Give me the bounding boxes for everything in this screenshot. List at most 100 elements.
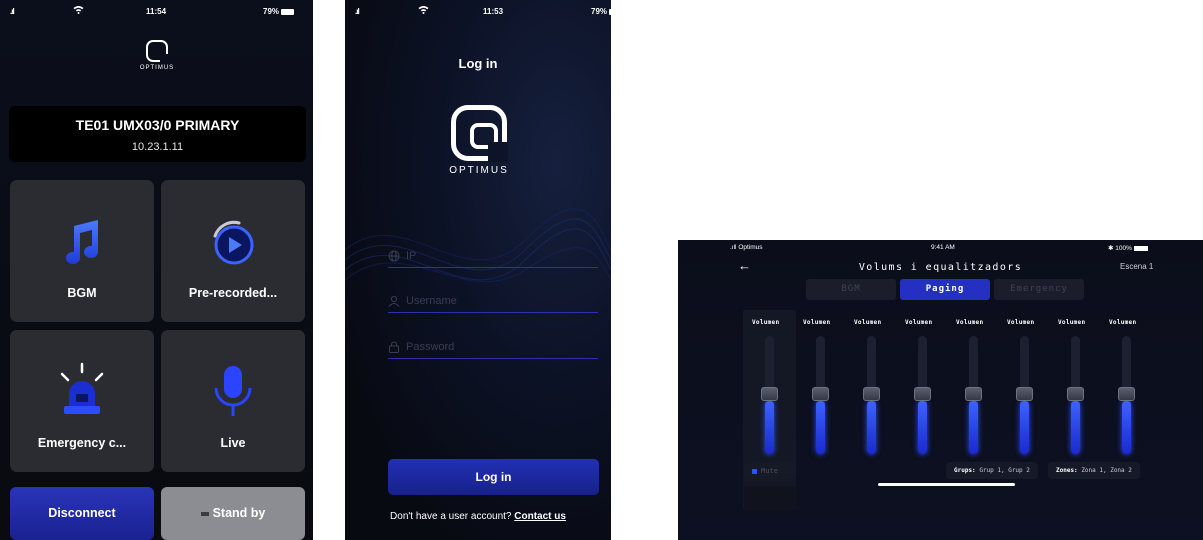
- password-field[interactable]: Password: [388, 335, 598, 359]
- battery-icon: [1133, 245, 1148, 251]
- channel-footer: [744, 486, 796, 510]
- ip-placeholder: IP: [406, 249, 417, 262]
- volume-label: Volumen: [1007, 319, 1035, 326]
- tile-label: BGM: [67, 286, 97, 300]
- volume-label: Volumen: [905, 319, 933, 326]
- volume-fill: [917, 401, 927, 454]
- tab-bgm[interactable]: BGM: [806, 279, 896, 300]
- wifi-icon: [418, 6, 429, 14]
- volume-label: Volumen: [1109, 319, 1137, 326]
- standby-button[interactable]: Stand by: [161, 487, 305, 540]
- volume-fill: [1070, 401, 1080, 454]
- logo-word: OPTIMUS: [449, 165, 509, 176]
- logo-mark: [146, 40, 168, 62]
- logo-word: OPTIMUS: [139, 65, 175, 71]
- zones-pill[interactable]: Zones: Zona 1, Zona 2: [1048, 462, 1140, 479]
- standby-indicator: [200, 511, 209, 516]
- volume-knob[interactable]: [1117, 387, 1135, 401]
- user-icon: [388, 295, 400, 307]
- scene-label[interactable]: Escena 1: [1120, 262, 1153, 271]
- volume-screen: .ıll Optimus 9:41 AM ✱ 100% ← Volums i e…: [678, 240, 1203, 540]
- wifi-icon: [73, 6, 84, 14]
- groups-value: Grup 1, Grup 2: [979, 467, 1030, 474]
- status-bar: .ıll Optimus 9:41 AM ✱ 100%: [678, 240, 1203, 254]
- signup-text: Don't have a user account?: [390, 511, 512, 522]
- siren-icon: [60, 362, 104, 414]
- tab-emergency[interactable]: Emergency: [994, 279, 1084, 300]
- volume-knob[interactable]: [1066, 387, 1084, 401]
- home-indicator: [878, 483, 1015, 486]
- mute-button[interactable]: Mute: [744, 463, 796, 479]
- volume-knob[interactable]: [760, 387, 778, 401]
- music-note-icon: [66, 220, 98, 264]
- volume-label: Volumen: [803, 319, 831, 326]
- volume-label: Volumen: [956, 319, 984, 326]
- volume-knob[interactable]: [862, 387, 880, 401]
- zones-value: Zona 1, Zona 2: [1081, 467, 1132, 474]
- tab-paging[interactable]: Paging: [900, 279, 990, 300]
- tile-label: Emergency c...: [37, 436, 127, 450]
- password-placeholder: Password: [406, 340, 455, 353]
- device-name: TE01 UMX03/0 PRIMARY: [75, 117, 240, 133]
- volume-label: Volumen: [1058, 319, 1086, 326]
- optimus-logo: OPTIMUS: [441, 105, 517, 176]
- status-bar: .ıl 11:54 79%: [0, 0, 313, 24]
- signal-icon: .ıl: [355, 7, 360, 16]
- carrier-label: .ıll Optimus: [730, 244, 763, 251]
- lock-icon: [389, 341, 399, 353]
- volume-label: Volumen: [752, 319, 780, 326]
- volume-knob[interactable]: [1015, 387, 1033, 401]
- volume-knob[interactable]: [913, 387, 931, 401]
- tile-bgm[interactable]: BGM: [10, 180, 154, 322]
- volume-fill: [1121, 401, 1131, 454]
- stage: .ıl 11:54 79% OPTIMUS TE01 UMX03/0 PRIMA…: [0, 0, 1203, 540]
- groups-key: Grups:: [954, 467, 976, 474]
- battery-indicator: 79%: [263, 7, 295, 16]
- volume-knob[interactable]: [964, 387, 982, 401]
- tile-live[interactable]: Live: [161, 330, 305, 472]
- status-time: 9:41 AM: [931, 244, 955, 251]
- tile-label: Pre-recorded...: [188, 286, 278, 300]
- mute-label: Mute: [761, 467, 778, 475]
- volume-fill: [968, 401, 978, 454]
- standby-label: Stand by: [212, 506, 266, 520]
- play-circle-icon: [213, 220, 254, 265]
- device-ip: 10.23.1.11: [131, 141, 184, 153]
- signup-prompt: Don't have a user account? Contact us: [345, 511, 611, 522]
- zones-key: Zones:: [1056, 467, 1078, 474]
- volume-fill: [815, 401, 825, 454]
- optimus-logo: OPTIMUS: [139, 40, 175, 71]
- contact-us-link[interactable]: Contact us: [514, 511, 566, 522]
- login-button[interactable]: Log in: [388, 459, 599, 495]
- login-screen: .ıl 11:53 79% Log in OPTIMUS IP Username…: [345, 0, 611, 540]
- battery-percent: 100%: [1115, 245, 1132, 252]
- groups-pill[interactable]: Grups: Grup 1, Grup 2: [946, 462, 1038, 479]
- battery-percent: 79%: [263, 7, 280, 16]
- status-time: 11:53: [483, 7, 504, 16]
- microphone-icon: [214, 366, 252, 416]
- tile-prerecorded[interactable]: Pre-recorded...: [161, 180, 305, 322]
- battery-percent: 79%: [591, 7, 608, 16]
- globe-icon: [388, 250, 400, 261]
- battery-indicator: 79%: [591, 7, 611, 16]
- mute-indicator: [752, 468, 757, 474]
- page-title: Log in: [458, 56, 498, 71]
- signal-icon: .ıl: [10, 7, 15, 16]
- logo-mark: [451, 105, 508, 162]
- username-placeholder: Username: [406, 294, 457, 307]
- username-field[interactable]: Username: [388, 289, 598, 313]
- volume-fill: [866, 401, 876, 454]
- battery-indicator: ✱ 100%: [1108, 244, 1148, 252]
- tile-label: Live: [220, 436, 246, 450]
- battery-icon: [609, 8, 611, 15]
- disconnect-button[interactable]: Disconnect: [10, 487, 154, 540]
- volume-fill: [764, 401, 774, 454]
- home-screen: .ıl 11:54 79% OPTIMUS TE01 UMX03/0 PRIMA…: [0, 0, 313, 540]
- ip-field[interactable]: IP: [388, 244, 598, 268]
- device-card[interactable]: TE01 UMX03/0 PRIMARY 10.23.1.11: [9, 106, 306, 162]
- battery-icon: [281, 8, 295, 15]
- tile-emergency[interactable]: Emergency c...: [10, 330, 154, 472]
- volume-fill: [1019, 401, 1029, 454]
- status-time: 11:54: [146, 7, 167, 16]
- volume-knob[interactable]: [811, 387, 829, 401]
